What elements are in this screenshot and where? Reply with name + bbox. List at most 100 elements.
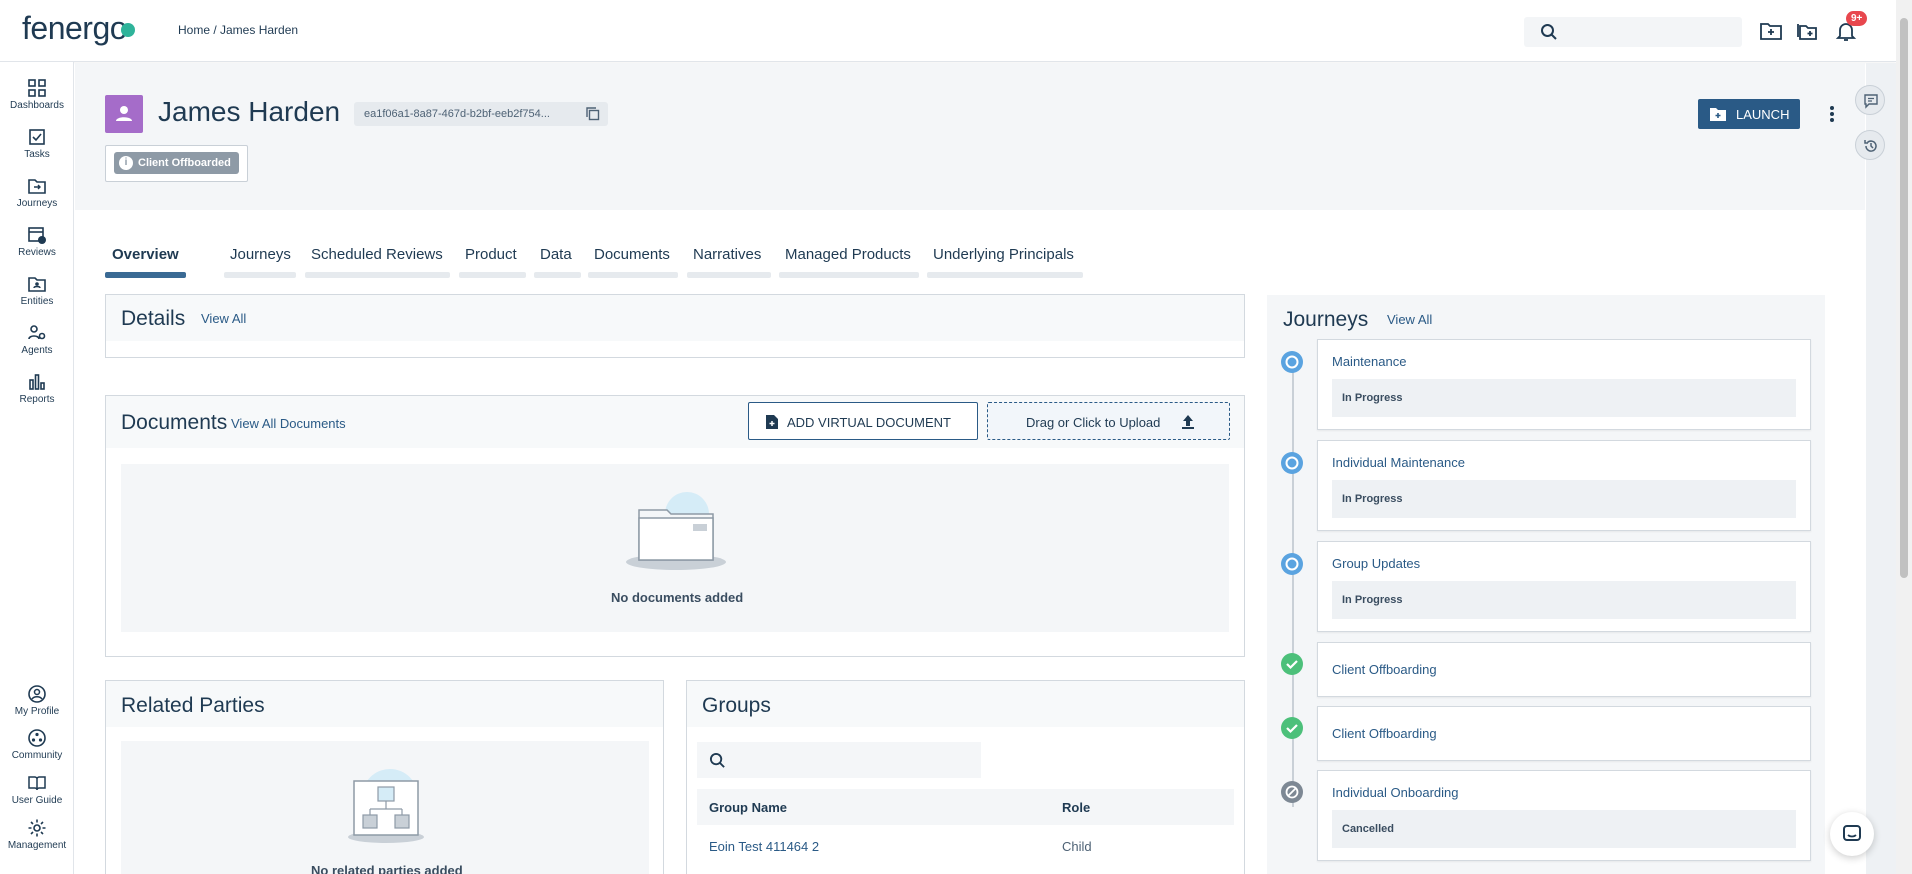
tab-indicator [105,272,186,278]
tab-journeys[interactable]: Journeys [224,246,296,278]
tab-managed-products[interactable]: Managed Products [779,246,919,278]
journey-status: In Progress [1332,480,1796,518]
tab-underlying-principals[interactable]: Underlying Principals [927,246,1083,278]
sidebar-item-label: User Guide [11,795,63,806]
scroll-thumb[interactable] [1900,18,1908,578]
top-bar: fenergo Home / James Harden 9+ [0,0,1896,62]
details-card-header: Details View All [106,295,1244,341]
tab-indicator [927,272,1083,278]
breadcrumb[interactable]: Home / James Harden [178,23,298,37]
sidebar-item-label: Tasks [24,149,50,160]
column-header-role[interactable]: Role [1062,800,1090,815]
add-virtual-document-button[interactable]: ADD VIRTUAL DOCUMENT [748,402,978,440]
journey-link[interactable]: Client Offboarding [1332,662,1437,677]
scrollbar[interactable] [1896,0,1912,874]
journey-card-individual-maintenance[interactable]: Individual Maintenance In Progress [1317,440,1811,531]
tab-indicator [224,272,296,278]
related-parties-title: Related Parties [121,694,265,717]
history-icon [1864,140,1877,152]
group-name-link[interactable]: Eoin Test 411464 2 [709,839,819,854]
in-progress-status-icon [1281,351,1303,373]
fenergo-logo[interactable]: fenergo [22,10,136,47]
status-badge: i Client Offboarded [114,152,239,174]
calendar-clock-icon [28,227,46,244]
check-icon [1281,717,1303,739]
tasks-icon [29,129,45,145]
launch-button[interactable]: LAUNCH [1698,99,1800,129]
view-all-documents-link[interactable]: View All Documents [231,416,346,431]
groups-title: Groups [702,694,771,717]
sidebar-item-reviews[interactable]: Reviews [0,225,74,258]
sidebar-item-label: Dashboards [10,100,64,111]
journey-card-client-offboarding-2[interactable]: Client Offboarding [1317,706,1811,761]
tab-product[interactable]: Product [459,246,526,278]
profile-icon [28,685,46,703]
groups-search-input[interactable] [697,742,981,778]
journeys-panel: Journeys View All Maintenance In Progres… [1267,295,1825,874]
journey-card-client-offboarding[interactable]: Client Offboarding [1317,642,1811,697]
tab-indicator [534,272,581,278]
documents-empty-message: No documents added [611,590,744,605]
sidebar-item-community[interactable]: Community [0,728,74,761]
in-progress-status-icon [1281,452,1303,474]
tab-documents[interactable]: Documents [588,246,678,278]
sidebar-item-my-profile[interactable]: My Profile [0,684,74,717]
journey-link[interactable]: Client Offboarding [1332,726,1437,741]
upload-dropzone[interactable]: Drag or Click to Upload [987,402,1230,440]
comments-button[interactable] [1855,85,1885,115]
sidebar-item-dashboards[interactable]: Dashboards [0,78,74,111]
sidebar-item-management[interactable]: Management [0,818,74,851]
journey-link[interactable]: Individual Maintenance [1332,455,1465,470]
status-container: i Client Offboarded [105,145,248,182]
comment-icon [1864,94,1878,109]
history-button[interactable] [1855,130,1885,160]
journey-status: In Progress [1332,379,1796,417]
tab-overview[interactable]: Overview [105,246,186,278]
sidebar-item-tasks[interactable]: Tasks [0,127,74,160]
sidebar-item-label: Reviews [18,247,56,258]
journey-timeline [1292,367,1294,807]
sidebar-item-journeys[interactable]: Journeys [0,176,74,209]
sidebar-item-agents[interactable]: Agents [0,323,74,356]
tab-narratives[interactable]: Narratives [687,246,771,278]
person-icon [116,106,132,121]
journey-link[interactable]: Individual Onboarding [1332,785,1458,800]
column-header-group-name[interactable]: Group Name [709,800,787,815]
groups-card: Groups Group Name Role Eoin Test 411464 … [686,680,1245,874]
add-folder-icon[interactable] [1796,19,1820,43]
chat-launcher-button[interactable] [1830,812,1874,856]
journey-link[interactable]: Group Updates [1332,556,1420,571]
details-view-all-link[interactable]: View All [201,311,246,326]
sidebar: Dashboards Tasks Journeys Reviews Entiti… [0,62,74,874]
group-role: Child [1062,839,1092,854]
add-document-icon [766,415,778,429]
gear-icon [28,819,46,837]
more-options-icon[interactable] [1822,102,1842,126]
sidebar-item-reports[interactable]: Reports [0,372,74,405]
journeys-view-all-link[interactable]: View All [1387,312,1432,327]
sidebar-item-user-guide[interactable]: User Guide [0,773,74,806]
groups-table-header: Group Name Role [697,789,1234,825]
copy-icon[interactable] [585,106,601,122]
journey-card-group-updates[interactable]: Group Updates In Progress [1317,541,1811,632]
sidebar-item-label: Community [11,750,63,761]
book-icon [28,776,46,791]
entity-header: James Harden ea1f06a1-8a87-467d-b2bf-eeb… [75,63,1865,210]
org-chart-illustration [348,769,424,843]
journey-card-maintenance[interactable]: Maintenance In Progress [1317,339,1811,430]
journey-card-individual-onboarding[interactable]: Individual Onboarding Cancelled [1317,770,1811,861]
new-folder-icon[interactable] [1759,19,1783,43]
sidebar-item-label: Agents [21,345,53,356]
dashboard-icon [28,79,46,97]
sidebar-item-entities[interactable]: Entities [0,274,74,307]
avatar [105,95,143,133]
global-search-input[interactable] [1524,17,1742,47]
sidebar-item-label: Reports [19,394,55,405]
tab-scheduled-reviews[interactable]: Scheduled Reviews [305,246,450,278]
tab-indicator [779,272,919,278]
related-parties-header: Related Parties [106,681,663,727]
tab-indicator [687,272,771,278]
tab-data[interactable]: Data [534,246,581,278]
journey-link[interactable]: Maintenance [1332,354,1406,369]
search-icon [1541,24,1557,40]
